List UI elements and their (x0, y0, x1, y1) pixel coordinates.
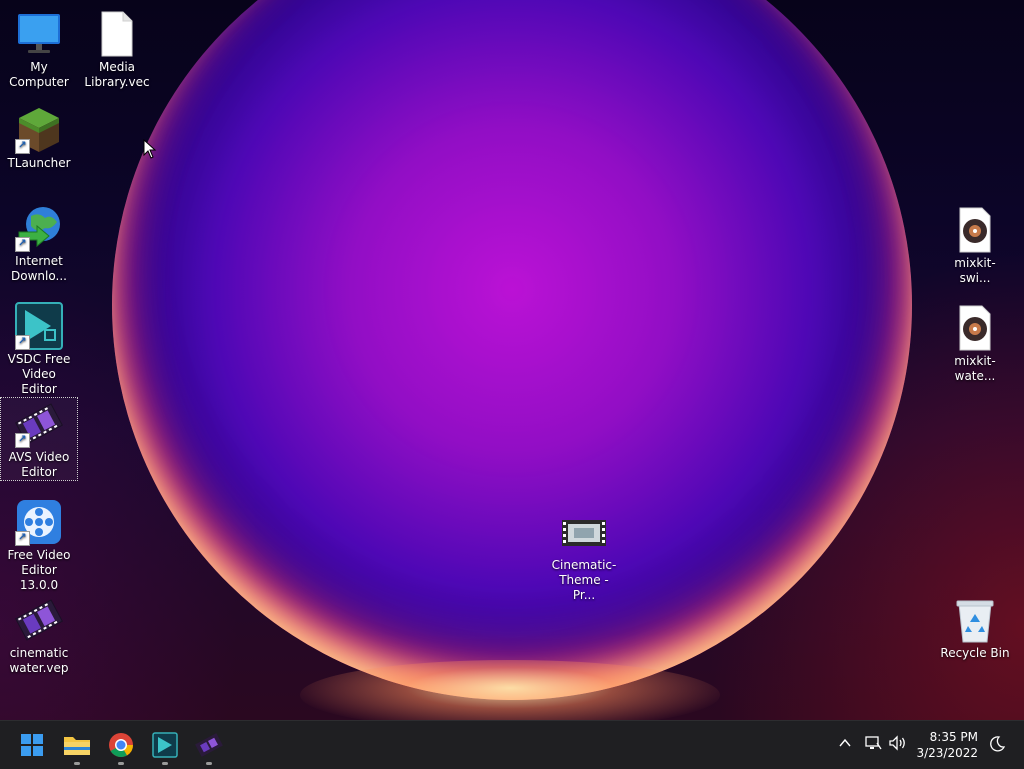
desktop-icon-recycle-bin[interactable]: Recycle Bin (937, 588, 1013, 670)
taskbar-avs-video-editor[interactable] (191, 727, 227, 765)
vsdc-icon: ↗ (15, 302, 63, 350)
desktop[interactable]: My Computer Media Library.vec ↗ TLaunche… (0, 0, 1024, 720)
shortcut-arrow-icon: ↗ (15, 531, 30, 546)
desktop-icon-avs-video-editor[interactable]: ↗ AVS Video Editor (0, 397, 78, 481)
desktop-icon-label: Cinematic-Theme - Pr... (551, 558, 617, 602)
audio-file-icon (951, 206, 999, 254)
desktop-icon-label: cinematic water.vep (9, 646, 69, 675)
running-indicator (162, 762, 168, 765)
desktop-icon-label: My Computer (9, 60, 69, 89)
shortcut-arrow-icon: ↗ (15, 139, 30, 154)
globe-download-icon: ↗ (15, 204, 63, 252)
film-reel-icon (15, 596, 63, 644)
document-icon (93, 10, 141, 58)
desktop-icon-label: AVS Video Editor (8, 450, 70, 479)
desktop-icon-my-computer[interactable]: My Computer (1, 2, 77, 89)
desktop-icon-label: mixkit-swi... (954, 256, 996, 285)
shortcut-arrow-icon: ↗ (15, 335, 30, 350)
video-file-icon (560, 508, 608, 556)
grass-block-icon: ↗ (15, 106, 63, 154)
film-wheel-icon: ↗ (15, 498, 63, 546)
tray-network[interactable] (864, 734, 882, 755)
monitor-icon (15, 10, 63, 58)
film-reel-icon: ↗ (15, 400, 63, 448)
film-reel-icon (195, 733, 223, 757)
windows-icon (21, 734, 43, 756)
running-indicator (118, 762, 124, 765)
desktop-icon-label: Free Video Editor 13.0.0 (7, 548, 71, 592)
running-indicator (74, 762, 80, 765)
desktop-icon-cinematic-theme[interactable]: Cinematic-Theme - Pr... (546, 500, 622, 602)
audio-file-icon (951, 304, 999, 352)
taskbar-file-explorer[interactable] (59, 727, 95, 765)
desktop-icon-cinematic-water[interactable]: cinematic water.vep (1, 588, 77, 678)
speaker-icon (889, 735, 905, 751)
taskbar: 8:35 PM 3/23/2022 (0, 720, 1024, 769)
recycle-bin-icon (951, 596, 999, 644)
clock-time: 8:35 PM (929, 730, 978, 744)
desktop-icon-mixkit-wate[interactable]: mixkit-wate... (937, 296, 1013, 383)
desktop-icon-label: Recycle Bin (940, 646, 1010, 660)
desktop-icon-label: Internet Downlo... (11, 254, 67, 283)
tray-focus-assist[interactable] (988, 735, 1006, 756)
desktop-icon-tlauncher[interactable]: ↗ TLauncher (1, 98, 77, 180)
desktop-icon-label: Media Library.vec (84, 60, 150, 89)
chevron-up-icon (839, 738, 851, 747)
tray-overflow-button[interactable] (837, 735, 853, 754)
desktop-icon-vsdc[interactable]: ↗ VSDC Free Video Editor (1, 294, 77, 396)
network-icon (865, 736, 882, 750)
chrome-icon (109, 733, 133, 758)
tray-volume[interactable] (888, 734, 908, 755)
desktop-icon-label: TLauncher (7, 156, 71, 170)
running-indicator (206, 762, 212, 765)
desktop-icon-label: mixkit-wate... (954, 354, 996, 383)
vsdc-icon (152, 732, 178, 758)
desktop-icon-media-library[interactable]: Media Library.vec (79, 2, 155, 92)
desktop-icon-mixkit-swi[interactable]: mixkit-swi... (937, 198, 1013, 285)
shortcut-arrow-icon: ↗ (15, 433, 30, 448)
mouse-cursor-icon (143, 139, 157, 159)
folder-icon (64, 737, 90, 755)
desktop-icon-free-video-editor[interactable]: ↗ Free Video Editor 13.0.0 (1, 490, 77, 592)
clock-date: 3/23/2022 (916, 746, 978, 760)
desktop-icon-label: VSDC Free Video Editor (7, 352, 71, 396)
desktop-icon-internet-download[interactable]: ↗ Internet Downlo... (1, 196, 77, 286)
taskbar-vsdc[interactable] (147, 727, 183, 765)
start-button[interactable] (14, 727, 50, 763)
focus-moon-icon (990, 736, 1006, 752)
taskbar-chrome[interactable] (103, 727, 139, 765)
tray-clock[interactable]: 8:35 PM 3/23/2022 (916, 729, 978, 761)
shortcut-arrow-icon: ↗ (15, 237, 30, 252)
